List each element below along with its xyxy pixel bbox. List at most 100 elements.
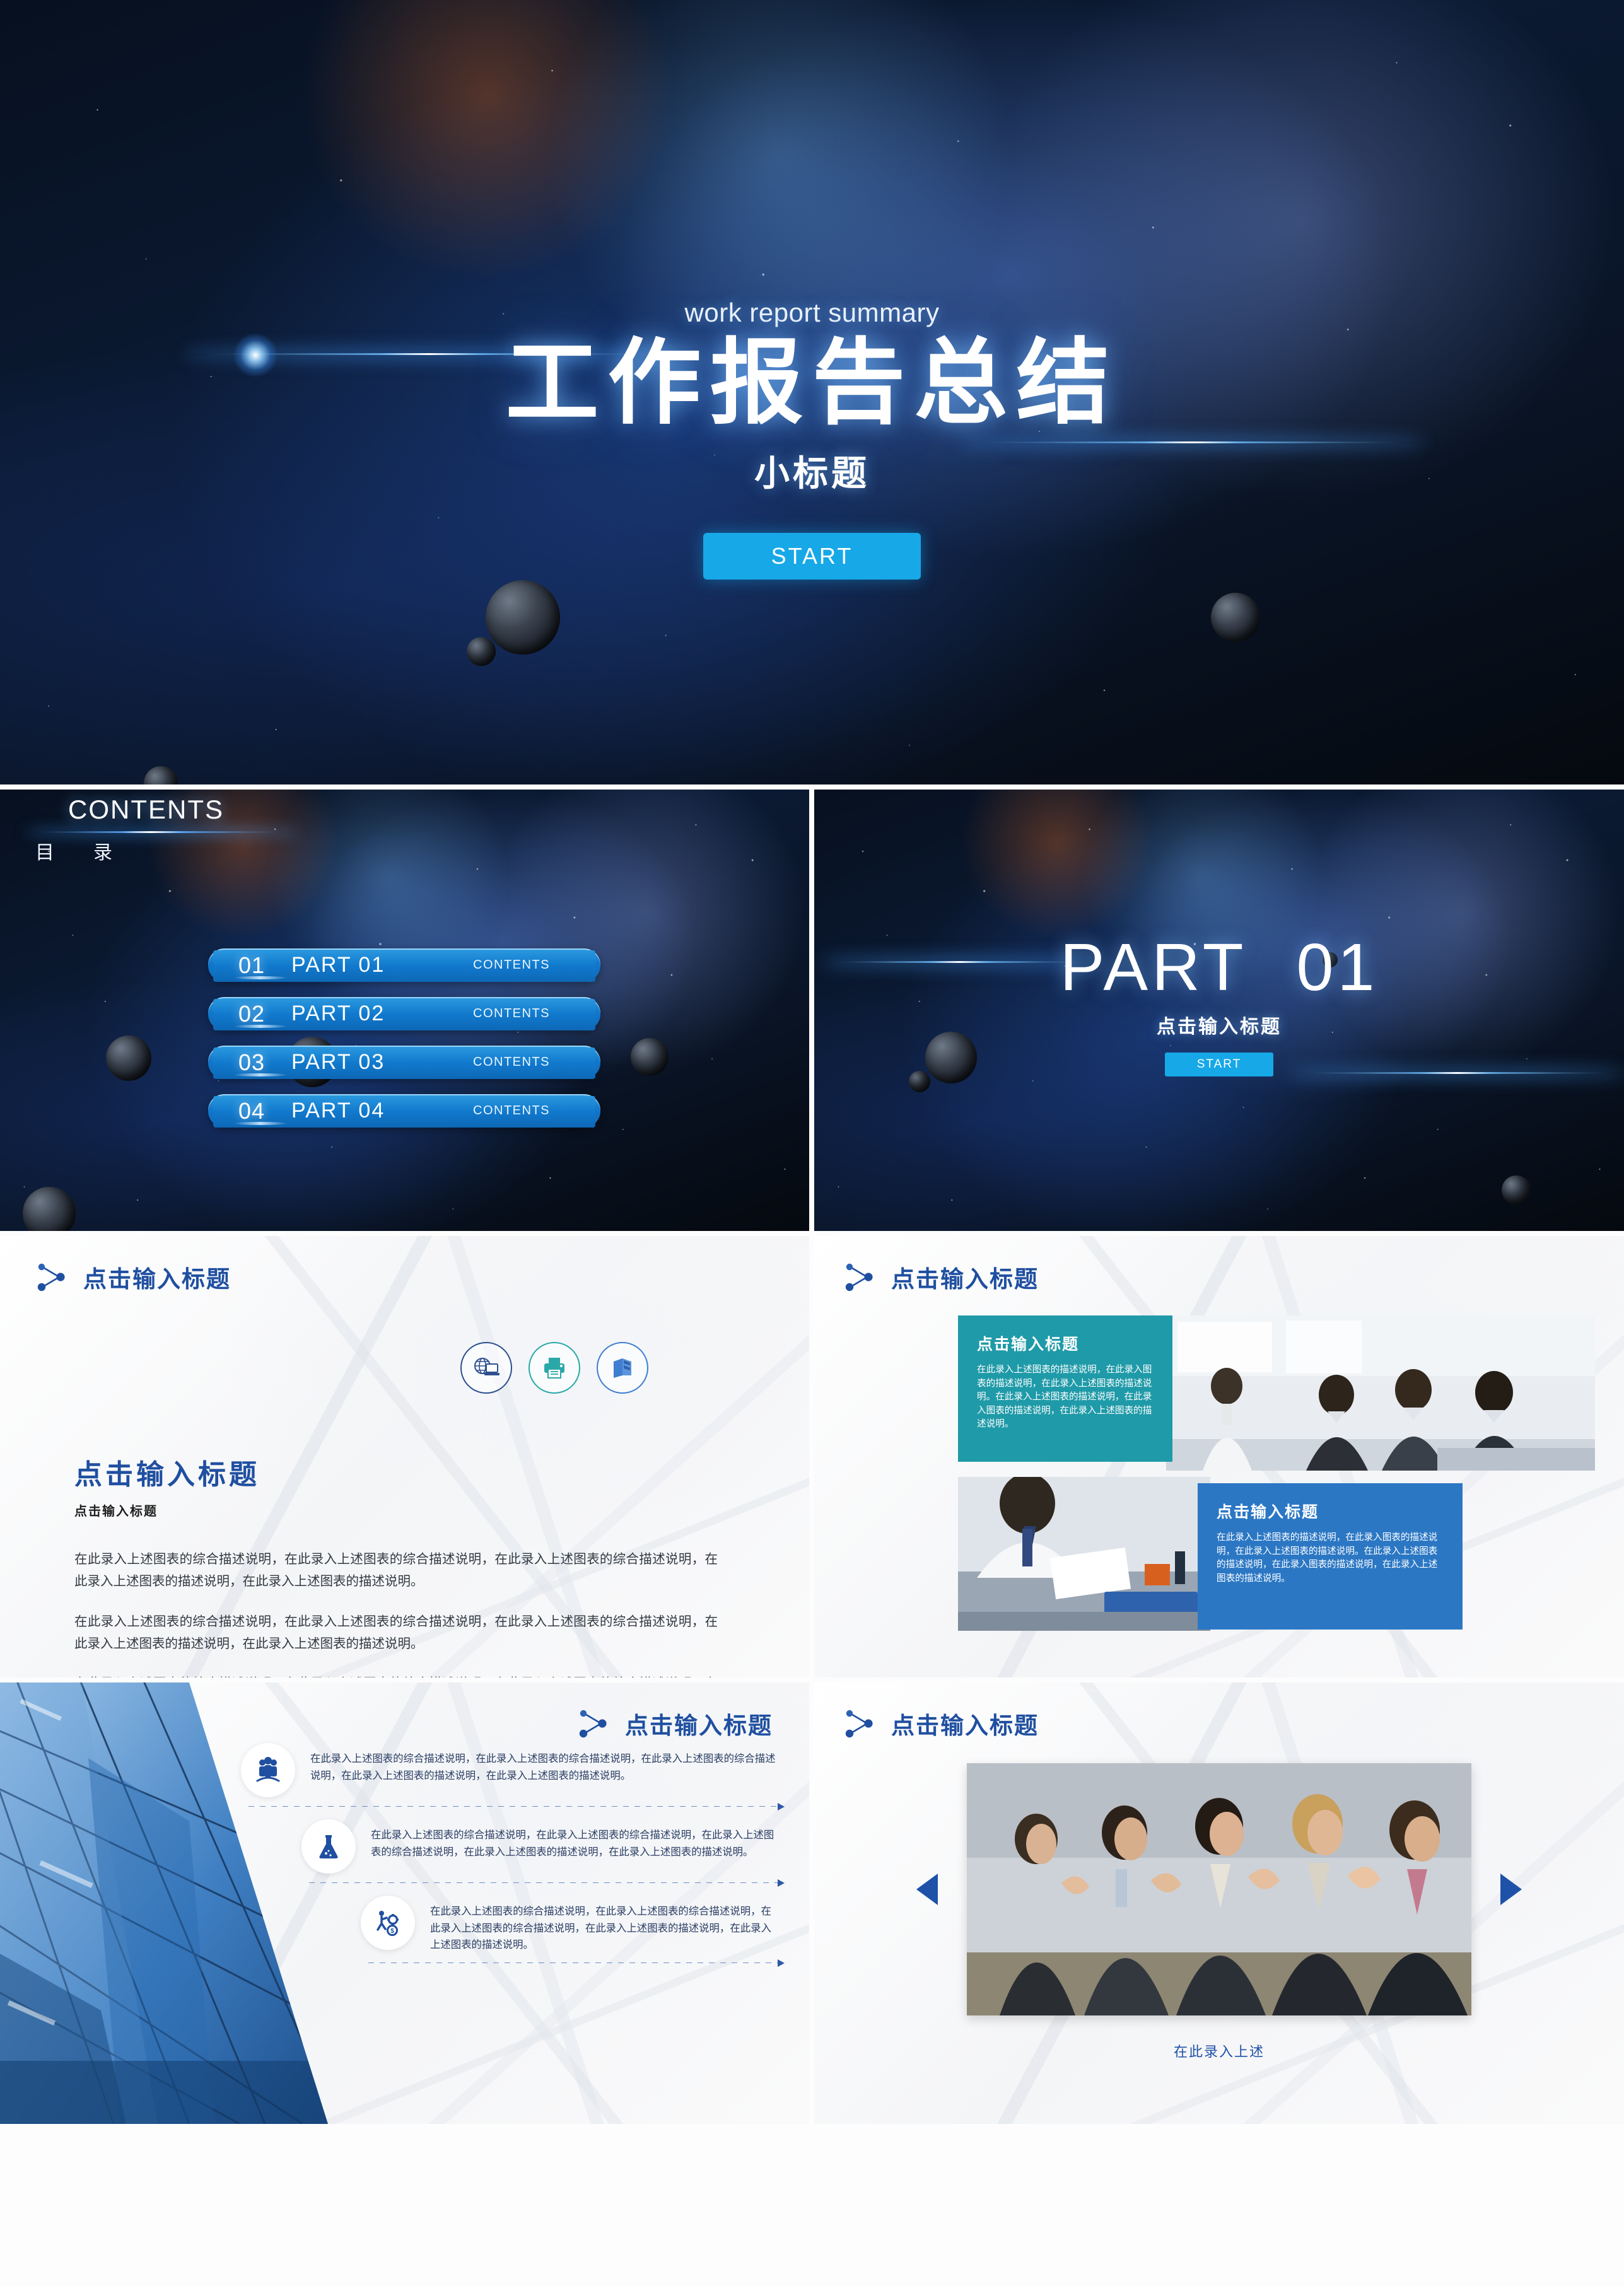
share-node-icon	[845, 1710, 873, 1738]
contents-item-label: PART 02	[291, 1001, 385, 1025]
planet-right	[631, 1038, 669, 1076]
slide-header-title: 点击输入标题	[83, 1266, 231, 1292]
slide-row-1: CONTENTS 目 录 01 PART 01 CONTENTS 02 PART…	[0, 790, 1624, 1231]
contents-item-02[interactable]: 02 PART 02 CONTENTS	[208, 997, 600, 1030]
body-paragraph: 在此录入上述图表的综合描述说明，在此录入上述图表的综合描述说明，在此录入上述图表…	[74, 1552, 718, 1589]
slide-title: work report summary 工作报告总结 小标题 START	[0, 0, 1624, 784]
contents-item-03[interactable]: 03 PART 03 CONTENTS	[208, 1046, 600, 1079]
card-title: 点击输入标题	[977, 1336, 1080, 1353]
share-node-icon	[579, 1710, 607, 1738]
contents-item-number: 01	[238, 952, 266, 978]
slide-header: 点击输入标题	[844, 1260, 1039, 1294]
contents-item-tag: CONTENTS	[473, 958, 550, 972]
slide-header: 点击输入标题	[844, 1706, 1039, 1741]
list-item: 在此录入上述图表的综合描述说明，在此录入上述图表的综合描述说明，在此录入上述图表…	[301, 1819, 778, 1874]
slide-cards: 点击输入标题 点击输入标题 在此录入上述图表的描述说明，在此录入图表的描述说明，…	[814, 1236, 1624, 1677]
people-group-icon	[256, 1757, 280, 1782]
photo-applause-art	[967, 1763, 1471, 2015]
part-number: 01	[1296, 930, 1379, 1005]
slide-header-title: 点击输入标题	[625, 1713, 773, 1739]
slide-part-divider: PART 01 点击输入标题 START	[814, 790, 1624, 1231]
share-node-icon	[37, 1263, 65, 1292]
planet-left	[106, 1035, 151, 1081]
title-subtitle: 小标题	[754, 453, 870, 493]
dashed-connector	[368, 1959, 785, 1967]
number-glow	[233, 1025, 288, 1028]
contents-heading-cn: 目 录	[35, 843, 122, 863]
flask-icon	[319, 1835, 338, 1858]
block-subtitle: 点击输入标题	[74, 1505, 158, 1519]
slide-gallery: 点击输入标题 在此录入上述	[814, 1682, 1624, 2124]
body-paragraph: 在此录入上述图表的综合描述说明，在此录入上述图表的综合描述说明，在此录入上述图表…	[74, 1614, 718, 1651]
part-block: PART 01 点击输入标题 START	[814, 930, 1624, 1076]
person-gear-money-icon-badge[interactable]: $	[361, 1896, 415, 1950]
part-word: PART	[1060, 930, 1247, 1005]
slide-header: 点击输入标题	[37, 1260, 231, 1294]
book-icon-circle[interactable]	[597, 1342, 648, 1394]
share-node-icon	[845, 1263, 873, 1292]
planet-bottom-right	[1502, 1175, 1531, 1204]
slide-row-3: 点击输入标题 在此录入上述图表的综合描述说明，在此录入上述图表的综合描述说明，在…	[0, 1682, 1624, 2124]
text-block: 点击输入标题 点击输入标题 在此录入上述图表的综合描述说明，在此录入上述图表的综…	[74, 1452, 718, 1677]
contents-item-tag: CONTENTS	[473, 1104, 550, 1117]
contents-item-tag: CONTENTS	[473, 1055, 550, 1069]
body-paragraph: 在此录入上述图表的综合描述说明，在此录入上述图表的综合描述说明，在此录入上述图表…	[74, 1672, 718, 1677]
contents-heading: CONTENTS 目 录	[29, 795, 294, 865]
number-glow	[233, 976, 288, 979]
printer-icon	[544, 1358, 564, 1379]
printer-icon-circle[interactable]	[529, 1342, 580, 1394]
photo-desk	[958, 1477, 1210, 1631]
contents-item-label: PART 03	[291, 1050, 385, 1074]
slide-list: 点击输入标题 在此录入上述图表的综合描述说明，在此录入上述图表的综合描述说明，在…	[0, 1682, 809, 2124]
globe-laptop-icon	[474, 1358, 499, 1375]
slide-text-content: 点击输入标题 点击输入标题 点击输入标题 在此录入上述图表的综合描述说明，在此录…	[0, 1236, 809, 1677]
contents-item-01[interactable]: 01 PART 01 CONTENTS	[208, 948, 600, 982]
slide-row-2: 点击输入标题 点击输入标题 点击输入标题 在此录入上述图表的综合描述说明，在此录…	[0, 1236, 1624, 1677]
dashed-connector	[248, 1803, 785, 1811]
card-blue: 点击输入标题 在此录入上述图表的描述说明，在此录入图表的描述说明，在此录入上述图…	[1198, 1483, 1463, 1630]
contents-item-04[interactable]: 04 PART 04 CONTENTS	[208, 1094, 600, 1128]
slide-header-title: 点击输入标题	[891, 1713, 1039, 1739]
book-icon	[614, 1358, 631, 1378]
contents-list: 01 PART 01 CONTENTS 02 PART 02 CONTENTS	[208, 948, 600, 1128]
slide-header: 点击输入标题	[578, 1706, 773, 1741]
slide-contents: CONTENTS 目 录 01 PART 01 CONTENTS 02 PART…	[0, 790, 809, 1231]
card-cluster: 点击输入标题 在此录入上述图表的描述说明，在此录入图表的描述说明，在此录入上述图…	[958, 1315, 1595, 1643]
contents-item-label: PART 01	[291, 953, 385, 977]
part-heading: PART 01	[814, 930, 1624, 1006]
svg-text:$: $	[390, 1928, 394, 1935]
slide-deck-preview: work report summary 工作报告总结 小标题 START CON…	[0, 0, 1624, 2286]
photo-meeting-art	[1166, 1315, 1595, 1471]
arrow-right-icon[interactable]	[1500, 1874, 1522, 1905]
gallery-stage	[814, 1763, 1624, 2015]
contents-item-number: 02	[238, 1000, 266, 1027]
feature-list: 在此录入上述图表的综合描述说明，在此录入上述图表的综合描述说明，在此录入上述图表…	[241, 1743, 785, 1976]
slide-header-title: 点击输入标题	[891, 1266, 1039, 1292]
list-item: 在此录入上述图表的综合描述说明，在此录入上述图表的综合描述说明，在此录入上述图表…	[241, 1743, 778, 1797]
card-body: 在此录入上述图表的描述说明，在此录入图表的描述说明，在此录入上述图表的描述说明。…	[977, 1365, 1152, 1430]
flask-icon-badge[interactable]	[301, 1819, 356, 1874]
person-gear-money-icon: $	[377, 1911, 399, 1936]
contents-item-number: 04	[238, 1097, 266, 1124]
card-teal: 点击输入标题 在此录入上述图表的描述说明，在此录入图表的描述说明，在此录入上述图…	[958, 1315, 1172, 1462]
contents-divider-flare	[29, 831, 294, 833]
number-glow	[233, 1122, 288, 1125]
contents-item-number: 03	[238, 1049, 266, 1075]
page-title: 工作报告总结	[505, 331, 1119, 435]
arrow-left-icon[interactable]	[916, 1874, 938, 1905]
start-button[interactable]: START	[703, 532, 921, 580]
icon-circle-row	[460, 1342, 648, 1394]
list-item-text: 在此录入上述图表的综合描述说明，在此录入上述图表的综合描述说明，在此录入上述图表…	[430, 1906, 771, 1951]
list-item-text: 在此录入上述图表的综合描述说明，在此录入上述图表的综合描述说明，在此录入上述图表…	[310, 1753, 776, 1782]
part-subtitle: 点击输入标题	[1157, 1017, 1282, 1037]
people-group-icon-badge[interactable]	[241, 1743, 295, 1797]
dashed-connector	[309, 1879, 785, 1887]
contents-item-label: PART 04	[291, 1099, 385, 1123]
contents-item-tag: CONTENTS	[473, 1006, 550, 1020]
gallery-caption: 在此录入上述	[1173, 2044, 1265, 2060]
globe-laptop-icon-circle[interactable]	[460, 1342, 512, 1394]
block-title: 点击输入标题	[74, 1459, 260, 1490]
list-item-text: 在此录入上述图表的综合描述说明，在此录入上述图表的综合描述说明，在此录入上述图表…	[371, 1829, 774, 1858]
start-button[interactable]: START	[1165, 1053, 1273, 1076]
contents-heading-en: CONTENTS	[68, 795, 224, 824]
